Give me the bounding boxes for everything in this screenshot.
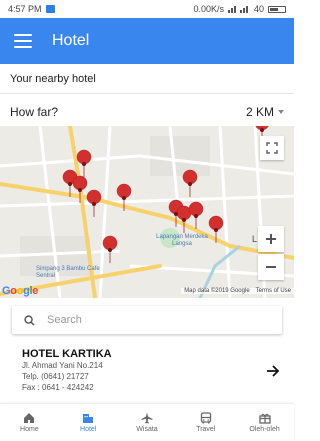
distance-filter-label: How far? xyxy=(10,105,59,119)
minus-icon xyxy=(266,266,276,268)
arrow-right-icon[interactable] xyxy=(266,364,280,378)
signal-icon xyxy=(227,6,248,13)
map-view[interactable]: Lapangan Merdeka Langsa Simpang 3 Bambu … xyxy=(0,126,294,298)
google-logo: Google xyxy=(2,285,39,297)
plus-icon xyxy=(266,234,276,244)
notification-app-icon xyxy=(45,5,55,13)
hotel-fax: Fax : 0641 - 424242 xyxy=(22,383,94,392)
gift-icon xyxy=(258,413,271,424)
hotel-address: Jl. Ahmad Yani No.214 xyxy=(22,361,103,370)
network-speed: 0.00K/s xyxy=(193,4,224,14)
home-icon xyxy=(24,413,35,423)
status-right: 0.00K/s 40 xyxy=(193,4,286,14)
map-terms-link[interactable]: Terms of Use xyxy=(252,288,294,294)
hotel-name: HOTEL KARTIKA xyxy=(22,348,112,360)
nearby-hotel-label: Your nearby hotel xyxy=(10,72,96,85)
hotel-list-item[interactable]: HOTEL KARTIKA Jl. Ahmad Yani No.214 Telp… xyxy=(0,342,294,402)
status-left: 4:57 PM xyxy=(8,4,55,14)
hotel-phone: Telp. (0641) 21727 xyxy=(22,372,89,381)
nav-item-oleh-oleh[interactable]: Oleh-oleh xyxy=(235,404,294,441)
battery-level: 40 xyxy=(253,4,264,14)
nav-label-oleh-oleh: Oleh-oleh xyxy=(249,426,280,433)
hotel-icon xyxy=(83,414,94,423)
dropdown-caret-icon xyxy=(278,110,284,114)
battery-icon xyxy=(268,5,286,13)
nav-item-wisata[interactable]: Wisata xyxy=(118,404,177,441)
app-bar: Hotel xyxy=(0,18,294,64)
zoom-out-button[interactable] xyxy=(258,254,284,280)
distance-filter-row: How far? 2 KM xyxy=(0,94,294,130)
nav-label-travel: Travel xyxy=(196,426,216,433)
map-label-place: Simpang 3 Bambu Cafe Sentral xyxy=(36,266,100,279)
map-label-edge: L xyxy=(252,234,258,244)
map-footer: Google Map data ©2019 Google Terms of Us… xyxy=(0,284,294,298)
nav-item-travel[interactable]: Travel xyxy=(176,404,235,441)
nav-item-hotel[interactable]: Hotel xyxy=(59,404,118,441)
map-label-area: Lapangan Merdeka Langsa xyxy=(156,234,208,247)
fullscreen-button[interactable] xyxy=(260,136,284,160)
fullscreen-icon xyxy=(266,142,278,154)
nav-label-wisata: Wisata xyxy=(136,426,158,433)
bottom-navigation: Home Hotel Wisata Travel Oleh-oleh xyxy=(0,404,294,441)
page-title: Hotel xyxy=(52,32,90,49)
search-bar[interactable] xyxy=(12,306,282,334)
nav-label-hotel: Hotel xyxy=(80,426,97,433)
zoom-in-button[interactable] xyxy=(258,226,284,252)
distance-select[interactable]: 2 KM xyxy=(246,105,284,119)
status-time: 4:57 PM xyxy=(8,4,42,14)
nav-item-home[interactable]: Home xyxy=(0,404,59,441)
status-bar: 4:57 PM 0.00K/s 40 xyxy=(0,0,294,18)
distance-selected-value: 2 KM xyxy=(245,105,274,119)
search-input[interactable] xyxy=(47,314,247,326)
map-attribution: Map data ©2019 Google xyxy=(181,288,253,294)
hamburger-menu-icon[interactable] xyxy=(14,34,32,48)
nearby-hotel-header: Your nearby hotel xyxy=(0,64,294,94)
search-icon xyxy=(24,314,35,326)
nav-label-home: Home xyxy=(20,426,39,433)
airplane-icon xyxy=(141,412,153,424)
bus-icon xyxy=(200,412,211,424)
